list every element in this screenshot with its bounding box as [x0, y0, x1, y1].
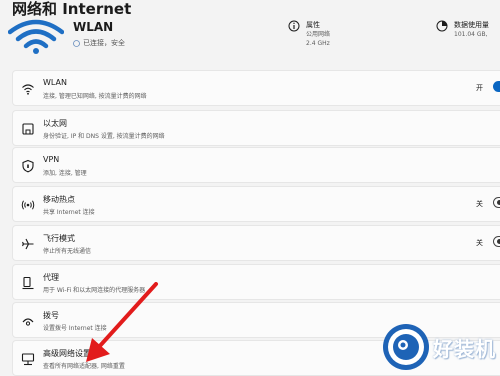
watermark-logo-icon — [383, 324, 429, 370]
ethernet-icon — [22, 123, 34, 135]
watermark: 好装机 — [381, 322, 496, 372]
vpn-shield-icon — [22, 159, 34, 173]
item-title: VPN — [43, 155, 60, 164]
item-title: WLAN — [43, 78, 68, 87]
info-icon — [288, 20, 300, 32]
connection-status-text: 已连接，安全 — [83, 39, 125, 47]
network-band: 2.4 GHz — [306, 40, 330, 47]
properties-link[interactable]: 属性 公用网络 2.4 GHz — [288, 20, 330, 48]
settings-item-wlan[interactable]: WLAN 连接, 管理已知网络, 按流量计费的网络 开 — [12, 70, 500, 106]
hotspot-toggle[interactable] — [493, 197, 500, 208]
item-subtitle: 身份验证, IP 和 DNS 设置, 按流量计费的网络 — [43, 133, 165, 140]
item-title: 高级网络设置 — [43, 349, 91, 358]
dialup-icon — [22, 318, 34, 326]
shield-icon — [73, 39, 80, 47]
settings-item-hotspot[interactable]: 移动热点 共享 Internet 连接 关 — [12, 186, 500, 222]
advanced-network-icon — [21, 353, 35, 366]
item-subtitle: 共享 Internet 连接 — [43, 209, 95, 216]
item-title: 移动热点 — [43, 195, 75, 204]
item-title: 飞行模式 — [43, 234, 75, 243]
network-name: WLAN — [73, 20, 114, 34]
toggle-state-label: 开 — [476, 84, 483, 92]
data-usage-link[interactable]: 数据使用量 101.04 GB, — [436, 20, 489, 39]
watermark-text: 好装机 — [433, 336, 496, 361]
item-title: 拨号 — [43, 311, 59, 320]
network-profile: 公用网络 — [306, 31, 331, 38]
item-subtitle: 查看所有网络适配器, 网络重置 — [43, 363, 125, 370]
properties-label: 属性 — [306, 21, 320, 29]
settings-item-airplane[interactable]: 飞行模式 停止所有无线通信 关 — [12, 225, 500, 261]
settings-item-ethernet[interactable]: 以太网 身份验证, IP 和 DNS 设置, 按流量计费的网络 — [12, 110, 500, 146]
item-subtitle: 连接, 管理已知网络, 按流量计费的网络 — [43, 93, 147, 100]
item-subtitle: 设置拨号 Internet 连接 — [43, 325, 107, 332]
hotspot-icon — [21, 200, 35, 210]
wifi-icon — [22, 84, 34, 95]
proxy-icon — [22, 276, 34, 290]
toggle-state-label: 关 — [476, 200, 483, 208]
data-usage-amount: 101.04 GB, — [454, 31, 488, 38]
wlan-toggle[interactable] — [493, 81, 500, 92]
connection-status: 已连接，安全 — [73, 38, 125, 48]
item-title: 代理 — [43, 273, 59, 282]
wifi-large-icon — [8, 19, 64, 54]
data-usage-icon — [436, 20, 448, 32]
settings-item-vpn[interactable]: VPN 添加, 连接, 管理 — [12, 147, 500, 183]
item-subtitle: 停止所有无线通信 — [43, 248, 92, 255]
data-usage-label: 数据使用量 — [454, 21, 489, 29]
wlan-hero: WLAN 已连接，安全 属性 公用网络 2.4 GHz 数据使用量 101.04… — [0, 16, 500, 64]
item-subtitle: 用于 Wi-Fi 和以太网连接的代理服务器 — [43, 287, 146, 294]
item-title: 以太网 — [43, 119, 67, 128]
item-subtitle: 添加, 连接, 管理 — [43, 170, 87, 177]
airplane-toggle[interactable] — [493, 236, 500, 247]
toggle-state-label: 关 — [476, 239, 483, 247]
settings-item-proxy[interactable]: 代理 用于 Wi-Fi 和以太网连接的代理服务器 — [12, 264, 500, 300]
airplane-icon — [22, 238, 34, 250]
